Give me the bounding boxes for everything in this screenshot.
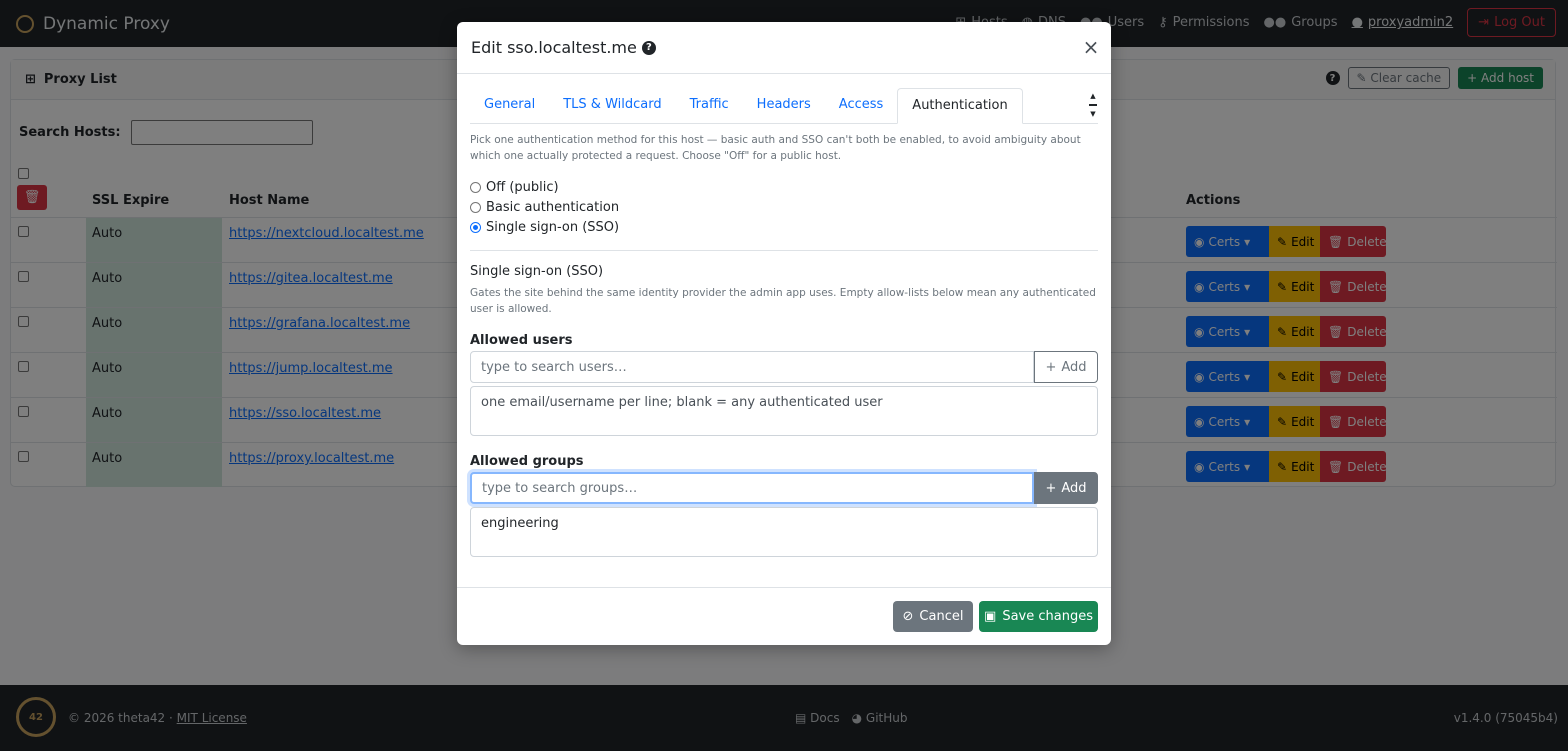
help-icon[interactable]: ? <box>641 40 656 55</box>
auth-intro: Pick one authentication method for this … <box>470 134 1081 162</box>
modal-body: Pick one authentication method for this … <box>470 132 1098 557</box>
add-user-button[interactable]: + Add <box>1034 351 1098 383</box>
tab-general[interactable]: General <box>470 88 549 123</box>
tab-authentication[interactable]: Authentication <box>897 88 1023 124</box>
bar-icon <box>1089 104 1097 106</box>
allowed-groups-textarea[interactable]: engineering <box>470 507 1098 557</box>
radio-sso[interactable]: Single sign-on (SSO) <box>470 217 1098 237</box>
save-changes-button[interactable]: ▣ Save changes <box>979 601 1098 632</box>
modal-header: Edit sso.localtest.me ? <box>457 22 1111 74</box>
divider <box>470 250 1098 251</box>
allowed-users-input-group: type to search users… + Add <box>470 351 1098 383</box>
radio-off[interactable]: Off (public) <box>470 177 1098 197</box>
tab-scroll-control[interactable]: ▲ ▼ <box>1089 92 1097 118</box>
radio-button[interactable] <box>470 201 481 213</box>
tab-traffic[interactable]: Traffic <box>676 88 743 123</box>
edit-host-modal: Edit sso.localtest.me ? × General TLS & … <box>457 22 1111 645</box>
close-icon[interactable]: × <box>1081 37 1101 58</box>
radio-button-checked[interactable] <box>470 221 481 233</box>
floppy-disk-icon: ▣ <box>984 609 997 624</box>
radio-button[interactable] <box>470 181 481 193</box>
plus-icon: + <box>1045 480 1057 496</box>
allowed-users-textarea[interactable]: one email/username per line; blank = any… <box>470 386 1098 436</box>
plus-icon: + <box>1045 359 1057 375</box>
radio-basic-auth[interactable]: Basic authentication <box>470 197 1098 217</box>
ban-icon: ⊘ <box>902 609 914 624</box>
modal-title: Edit sso.localtest.me ? <box>471 38 656 57</box>
group-search-input[interactable]: type to search groups… <box>470 472 1034 504</box>
tab-headers[interactable]: Headers <box>743 88 825 123</box>
user-search-input[interactable]: type to search users… <box>470 351 1034 383</box>
allowed-users-label: Allowed users <box>470 333 573 348</box>
auth-method-group: Off (public) Basic authentication Single… <box>470 177 1098 237</box>
sso-help: Gates the site behind the same identity … <box>470 287 1096 315</box>
tab-access[interactable]: Access <box>825 88 898 123</box>
add-group-button[interactable]: + Add <box>1034 472 1098 504</box>
cancel-button[interactable]: ⊘ Cancel <box>893 601 973 632</box>
allowed-groups-label: Allowed groups <box>470 454 584 469</box>
sso-section-title: Single sign-on (SSO) <box>470 264 604 279</box>
caret-up-icon: ▲ <box>1090 92 1096 100</box>
modal-tabs: General TLS & Wildcard Traffic Headers A… <box>470 88 1098 124</box>
allowed-groups-input-group: type to search groups… + Add <box>470 472 1098 504</box>
tab-tls-wildcard[interactable]: TLS & Wildcard <box>549 88 675 123</box>
caret-down-icon: ▼ <box>1090 110 1096 118</box>
modal-footer: ⊘ Cancel ▣ Save changes <box>457 587 1111 645</box>
